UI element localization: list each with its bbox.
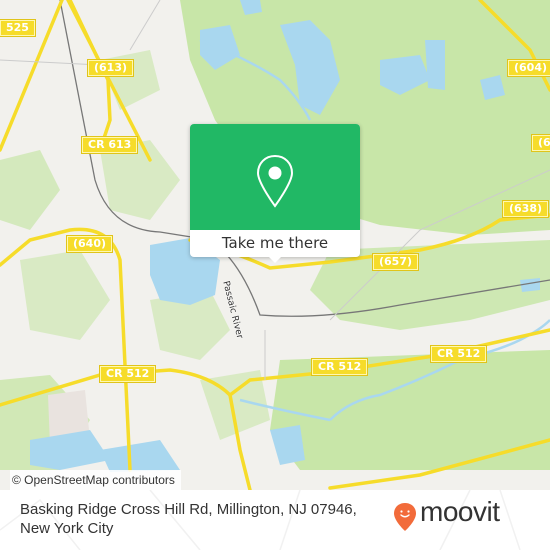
map-view[interactable]: 525 (613) CR 613 (604) (60 (638) (640) (… xyxy=(0,0,550,490)
road-shield-640: (640) xyxy=(67,236,113,252)
road-shield-657: (657) xyxy=(373,254,419,270)
road-shield-604: (604) xyxy=(508,60,550,76)
address: Basking Ridge Cross Hill Rd, Millington,… xyxy=(20,500,380,538)
moovit-logo-icon xyxy=(394,503,416,531)
map-pin-icon xyxy=(256,154,294,208)
road-shield-cr512-west: CR 512 xyxy=(100,366,156,382)
map-attribution[interactable]: © OpenStreetMap contributors xyxy=(10,470,181,490)
road-shield-cr613: CR 613 xyxy=(82,137,138,153)
destination-popup[interactable]: Take me there xyxy=(190,124,360,263)
popup-header xyxy=(190,124,360,230)
take-me-there-button[interactable]: Take me there xyxy=(190,230,360,257)
road-shield-638: (638) xyxy=(503,201,549,217)
moovit-brand: moovit xyxy=(420,496,500,527)
road-shield-60x: (60 xyxy=(532,135,550,151)
popup-pointer xyxy=(268,256,282,263)
footer: Basking Ridge Cross Hill Rd, Millington,… xyxy=(0,490,550,550)
road-shield-cr512-east: CR 512 xyxy=(431,346,487,362)
road-shield-525: 525 xyxy=(0,20,35,36)
address-line-2: New York City xyxy=(20,520,114,537)
address-line-1: Basking Ridge Cross Hill Rd, Millington,… xyxy=(20,501,357,518)
road-shield-cr512-center: CR 512 xyxy=(312,359,368,375)
road-shield-613: (613) xyxy=(88,60,134,76)
